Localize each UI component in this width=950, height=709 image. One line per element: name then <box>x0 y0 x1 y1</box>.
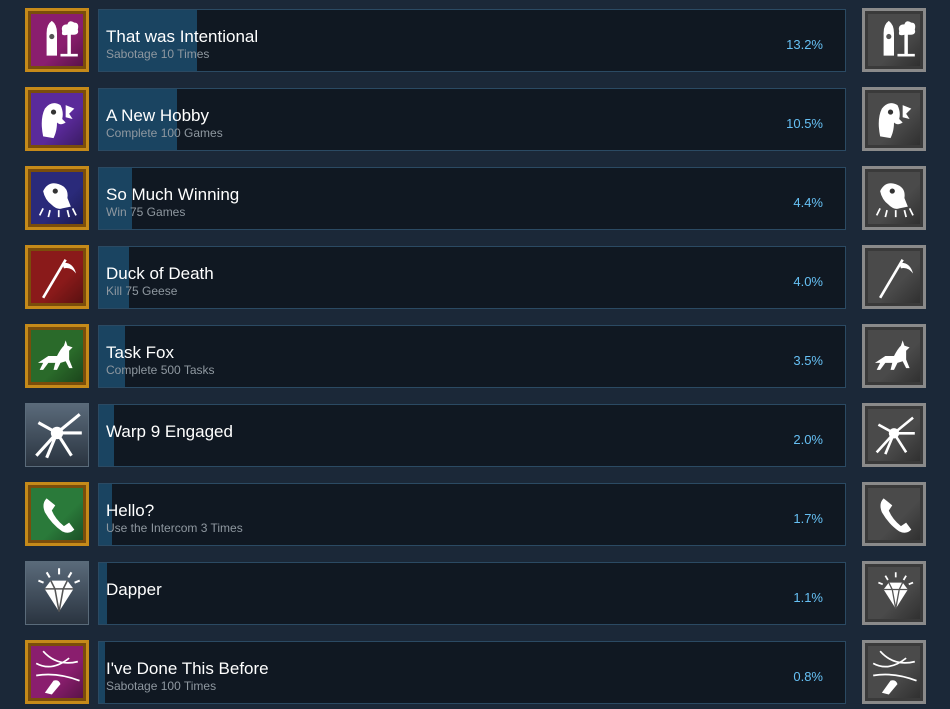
achievement-title: So Much Winning <box>106 185 240 204</box>
achievement-row: Duck of Death Kill 75 Geese 4.0% <box>0 245 950 311</box>
achievement-description: Use the Intercom 3 Times <box>106 521 243 535</box>
achievement-description: Kill 75 Geese <box>106 284 178 298</box>
achievement-description: Sabotage 100 Times <box>106 679 217 693</box>
achievement-icon-locked <box>862 324 926 388</box>
achievement-percent: 4.4% <box>793 195 823 210</box>
achievement-icon-locked <box>862 403 926 467</box>
achievement-percent: 1.7% <box>793 511 823 526</box>
achievement-icon <box>25 324 89 388</box>
achievement-title: A New Hobby <box>106 106 209 125</box>
achievement-list: That was Intentional Sabotage 10 Times 13.… <box>0 0 950 709</box>
achievement-row: Task Fox Complete 500 Tasks 3.5% <box>0 324 950 390</box>
achievement-row: So Much Winning Win 75 Games 4.4% <box>0 166 950 232</box>
achievement-icon <box>25 482 89 546</box>
achievement-percent: 0.8% <box>793 669 823 684</box>
achievement-percent: 13.2% <box>786 37 823 52</box>
achievement-progress-bar: I've Done This Before Sabotage 100 Times 0… <box>98 641 846 704</box>
achievement-icon <box>25 8 89 72</box>
achievement-icon-locked <box>862 640 926 704</box>
achievement-row: That was Intentional Sabotage 10 Times 13.… <box>0 8 950 74</box>
achievement-progress-bar: Warp 9 Engaged 2.0% <box>98 404 846 467</box>
achievement-title: Duck of Death <box>106 264 214 283</box>
achievement-progress-bar: Duck of Death Kill 75 Geese 4.0% <box>98 246 846 309</box>
achievement-icon <box>25 640 89 704</box>
achievement-progress-bar: So Much Winning Win 75 Games 4.4% <box>98 167 846 230</box>
achievement-percent: 3.5% <box>793 353 823 368</box>
achievement-percent: 4.0% <box>793 274 823 289</box>
achievement-icon-locked <box>862 87 926 151</box>
achievement-row: Dapper 1.1% <box>0 561 950 627</box>
achievement-percent: 10.5% <box>786 116 823 131</box>
achievement-icon <box>25 561 89 625</box>
achievement-row: A New Hobby Complete 100 Games 10.5% <box>0 87 950 153</box>
achievement-percent: 1.1% <box>793 590 823 605</box>
achievement-icon <box>25 403 89 467</box>
achievement-icon-locked <box>862 482 926 546</box>
achievement-description: Complete 500 Tasks <box>106 363 215 377</box>
achievement-title: I've Done This Before <box>106 659 269 678</box>
progress-fill <box>99 642 105 703</box>
achievement-icon-locked <box>862 166 926 230</box>
achievement-icon <box>25 87 89 151</box>
achievement-icon <box>25 166 89 230</box>
achievement-icon-locked <box>862 245 926 309</box>
achievement-icon-locked <box>862 561 926 625</box>
achievement-icon <box>25 245 89 309</box>
achievement-progress-bar: Task Fox Complete 500 Tasks 3.5% <box>98 325 846 388</box>
achievement-row: I've Done This Before Sabotage 100 Times 0… <box>0 640 950 706</box>
achievement-row: Warp 9 Engaged 2.0% <box>0 403 950 469</box>
achievement-title: Task Fox <box>106 343 175 362</box>
achievement-progress-bar: Dapper 1.1% <box>98 562 846 625</box>
achievement-description: Complete 100 Games <box>106 126 223 140</box>
achievement-title: Warp 9 Engaged <box>106 422 233 441</box>
achievement-icon-locked <box>862 8 926 72</box>
achievement-row: Hello? Use the Intercom 3 Times 1.7% <box>0 482 950 548</box>
achievement-progress-bar: That was Intentional Sabotage 10 Times 13.… <box>98 9 846 72</box>
achievement-description: Sabotage 10 Times <box>106 47 210 61</box>
achievement-title: Dapper <box>106 580 162 599</box>
achievement-description: Win 75 Games <box>106 205 186 219</box>
achievement-progress-bar: Hello? Use the Intercom 3 Times 1.7% <box>98 483 846 546</box>
achievement-title: Hello? <box>106 501 155 520</box>
achievement-percent: 2.0% <box>793 432 823 447</box>
achievement-progress-bar: A New Hobby Complete 100 Games 10.5% <box>98 88 846 151</box>
achievement-title: That was Intentional <box>106 27 259 46</box>
